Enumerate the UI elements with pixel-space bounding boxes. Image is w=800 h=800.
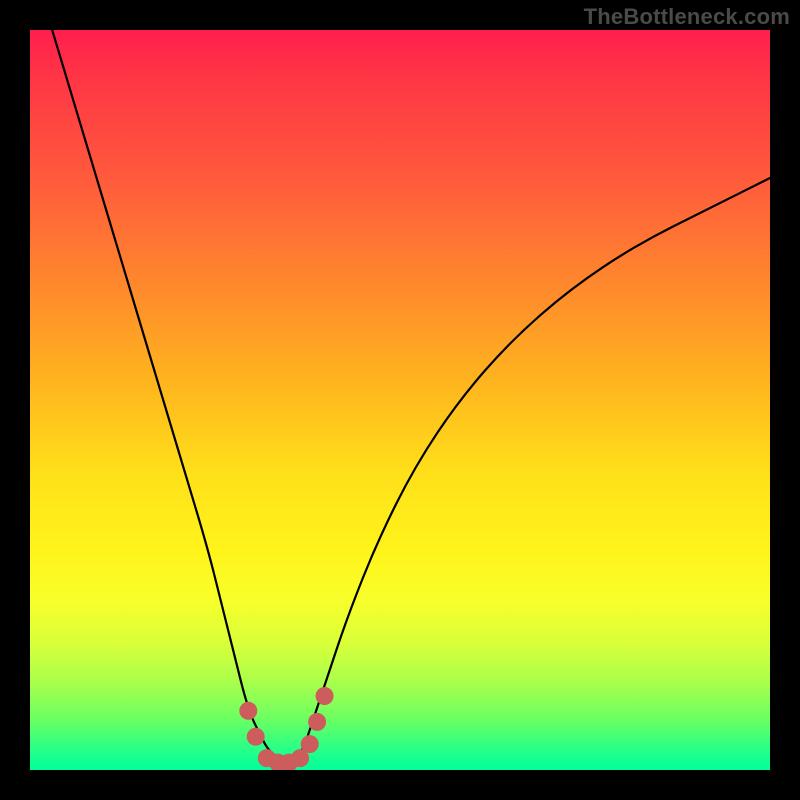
highlight-marker	[308, 713, 326, 731]
watermark-text: TheBottleneck.com	[584, 4, 790, 30]
plot-area	[30, 30, 770, 770]
curve-layer	[30, 30, 770, 770]
highlight-marker	[247, 728, 265, 746]
highlight-marker	[301, 735, 319, 753]
highlight-marker	[239, 702, 257, 720]
chart-frame: TheBottleneck.com	[0, 0, 800, 800]
bottleneck-curve	[52, 30, 770, 762]
highlight-marker	[316, 687, 334, 705]
highlight-markers	[239, 687, 333, 770]
